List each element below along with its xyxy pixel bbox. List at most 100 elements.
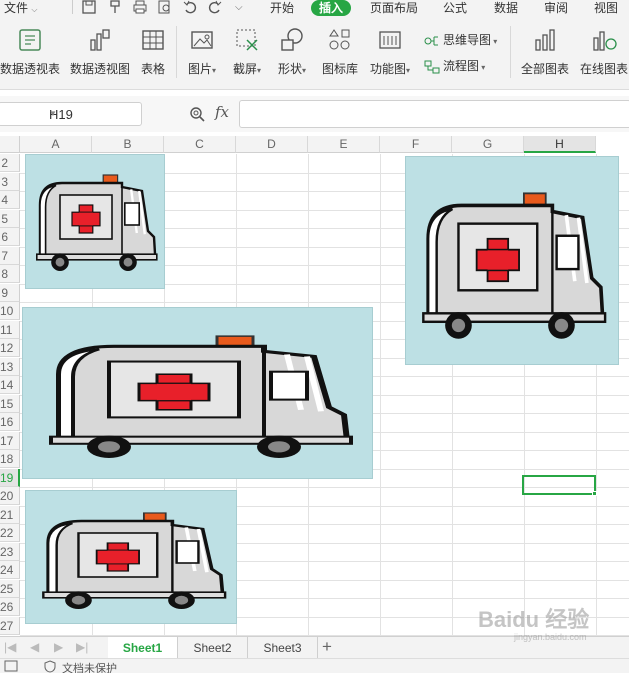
ambulance-icon <box>29 326 369 458</box>
add-sheet-button[interactable]: + <box>322 638 332 656</box>
name-box[interactable]: H19 ▼ <box>0 102 142 126</box>
tab-insert[interactable]: 插入 <box>311 0 352 16</box>
row-header-23[interactable]: 23 <box>0 543 20 561</box>
save-icon[interactable] <box>82 0 96 14</box>
quick-access-more-icon[interactable]: ⌵ <box>235 0 243 16</box>
document-protection-status[interactable]: 文档未保护 <box>62 660 117 673</box>
pivot-table-label: 数据透视表 <box>0 62 61 76</box>
row-header-5[interactable]: 5 <box>0 210 20 228</box>
caret-down-icon: ▾ <box>491 37 498 46</box>
sheet-tab-sheet3[interactable]: Sheet3 <box>248 637 318 659</box>
row-header-7[interactable]: 7 <box>0 247 20 265</box>
flowchart-button[interactable]: 流程图 ▾ <box>424 57 485 77</box>
formula-bar: H19 ▼ fx <box>0 96 629 132</box>
spreadsheet-app: 文件 ⌵ ⌵ 开始 插入 页面布局 公式 数据 审阅 视图 数据透视表 数据透视… <box>0 0 629 673</box>
tab-formulas[interactable]: 公式 <box>443 0 467 16</box>
screenshot-button[interactable]: 截屏▾ <box>228 18 266 82</box>
column-header-f[interactable]: F <box>380 136 452 153</box>
status-bar: 文档未保护 <box>0 658 629 673</box>
format-painter-icon[interactable] <box>108 0 122 14</box>
online-charts-button[interactable]: 在线图表 <box>578 18 629 82</box>
pivot-table-button[interactable]: 数据透视表 <box>0 18 60 82</box>
active-cell[interactable] <box>522 475 597 496</box>
tab-page-layout[interactable]: 页面布局 <box>370 0 418 16</box>
row-header-16[interactable]: 16 <box>0 413 20 431</box>
column-header-a[interactable]: A <box>20 136 92 153</box>
formula-input[interactable] <box>239 100 629 128</box>
row-header-14[interactable]: 14 <box>0 376 20 394</box>
tab-review[interactable]: 审阅 <box>544 0 568 16</box>
row-header-18[interactable]: 18 <box>0 450 20 468</box>
redo-icon[interactable] <box>208 0 222 14</box>
function-chart-button[interactable]: 功能图▾ <box>366 18 414 82</box>
page-icon[interactable] <box>4 660 18 672</box>
column-header-e[interactable]: E <box>308 136 380 153</box>
row-header-25[interactable]: 25 <box>0 580 20 598</box>
tab-home[interactable]: 开始 <box>270 0 294 16</box>
file-menu-label: 文件 <box>4 1 29 15</box>
icon-library-button[interactable]: 图标库 <box>320 18 360 82</box>
column-header-h[interactable]: H <box>524 136 596 153</box>
ambulance-picture-1[interactable] <box>25 154 165 289</box>
row-header-20[interactable]: 20 <box>0 487 20 505</box>
row-header-27[interactable]: 27 <box>0 617 20 635</box>
prev-sheet-icon[interactable]: ◀ <box>30 640 39 654</box>
row-header-22[interactable]: 22 <box>0 524 20 542</box>
row-header-4[interactable]: 4 <box>0 191 20 209</box>
picture-label: 图片▾ <box>184 60 220 77</box>
column-header-c[interactable]: C <box>164 136 236 153</box>
file-menu[interactable]: 文件 ⌵ <box>4 0 37 16</box>
all-charts-button[interactable]: 全部图表 <box>518 18 572 82</box>
row-header-8[interactable]: 8 <box>0 265 20 283</box>
row-header-12[interactable]: 12 <box>0 339 20 357</box>
row-header-24[interactable]: 24 <box>0 561 20 579</box>
sheet-tab-sheet2[interactable]: Sheet2 <box>178 637 248 659</box>
table-icon <box>142 30 164 50</box>
fill-handle[interactable] <box>592 491 597 496</box>
mind-map-button[interactable]: 思维导图 ▾ <box>424 31 497 51</box>
row-header-19[interactable]: 19 <box>0 469 20 487</box>
row-header-2[interactable]: 2 <box>0 154 20 172</box>
pivot-chart-label: 数据透视图 <box>69 62 130 76</box>
table-button[interactable]: 表格 <box>138 18 168 82</box>
row-header-17[interactable]: 17 <box>0 432 20 450</box>
column-header-g[interactable]: G <box>452 136 524 153</box>
undo-icon[interactable] <box>183 0 197 14</box>
row-header-6[interactable]: 6 <box>0 228 20 246</box>
row-header-26[interactable]: 26 <box>0 598 20 616</box>
row-header-11[interactable]: 11 <box>0 321 20 339</box>
column-header-d[interactable]: D <box>236 136 308 153</box>
row-header-3[interactable]: 3 <box>0 173 20 191</box>
pivot-chart-button[interactable]: 数据透视图 <box>68 18 132 82</box>
fx-button[interactable]: fx <box>215 103 229 121</box>
tab-data[interactable]: 数据 <box>494 0 518 16</box>
tab-view[interactable]: 视图 <box>594 0 618 16</box>
print-icon[interactable] <box>133 0 147 14</box>
picture-button[interactable]: 图片▾ <box>184 18 220 82</box>
zoom-icon[interactable] <box>189 106 205 122</box>
print-preview-icon[interactable] <box>158 0 172 14</box>
shapes-label: 形状▾ <box>272 60 312 77</box>
pivot-table-icon <box>19 29 41 51</box>
caret-down-icon: ▾ <box>479 63 486 72</box>
ambulance-picture-2[interactable] <box>405 156 619 365</box>
row-header-21[interactable]: 21 <box>0 506 20 524</box>
next-sheet-icon[interactable]: ▶ <box>54 640 63 654</box>
caret-down-icon: ▾ <box>257 66 262 75</box>
flowchart-label: 流程图 <box>443 59 480 73</box>
shapes-button[interactable]: 形状▾ <box>272 18 312 82</box>
column-header-b[interactable]: B <box>92 136 164 153</box>
sheet-tab-sheet1[interactable]: Sheet1 <box>108 637 178 659</box>
ambulance-picture-4[interactable] <box>25 490 237 624</box>
select-all-corner[interactable] <box>0 136 20 153</box>
row-header-15[interactable]: 15 <box>0 395 20 413</box>
caret-down-icon: ▾ <box>302 66 307 75</box>
function-chart-icon <box>379 31 401 49</box>
row-header-9[interactable]: 9 <box>0 284 20 302</box>
row-header-13[interactable]: 13 <box>0 358 20 376</box>
shield-icon <box>44 660 56 673</box>
row-header-10[interactable]: 10 <box>0 302 20 320</box>
first-sheet-icon[interactable]: |◀ <box>4 640 16 654</box>
last-sheet-icon[interactable]: ▶| <box>76 640 88 654</box>
ambulance-picture-3[interactable] <box>22 307 373 479</box>
